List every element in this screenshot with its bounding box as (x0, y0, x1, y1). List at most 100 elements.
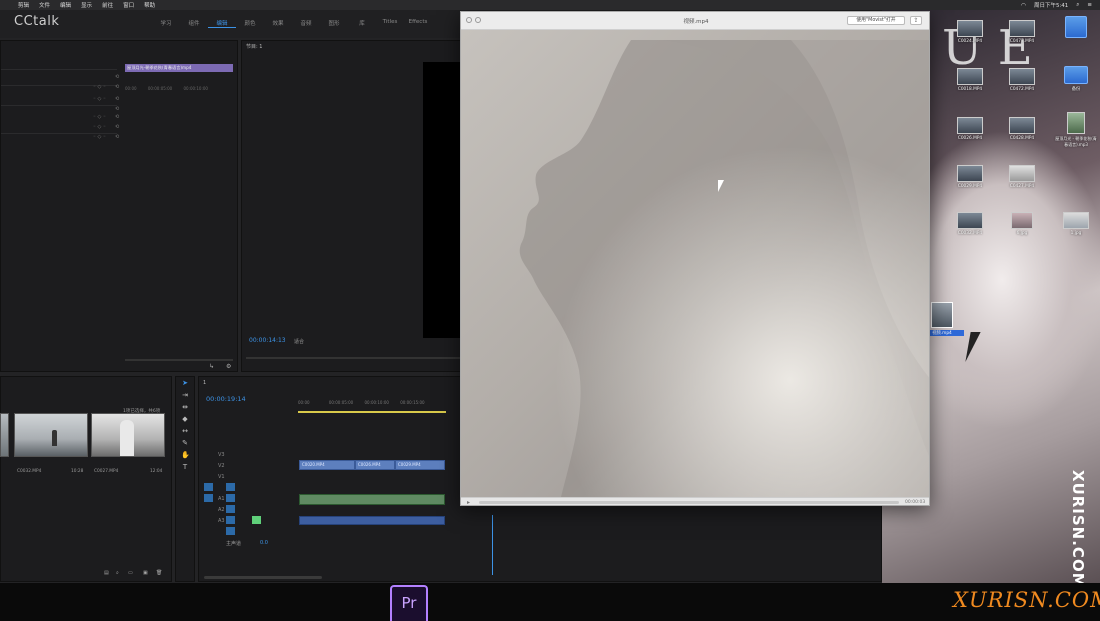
tab-effects-en[interactable]: Effects (404, 19, 432, 28)
menu-item[interactable]: 前往 (102, 1, 113, 9)
desktop-file-icon[interactable]: C0428.MP4 (1000, 117, 1044, 141)
menu-list-icon[interactable]: ≡ (1087, 2, 1092, 8)
trash-icon[interactable]: 🗑 (156, 570, 162, 576)
pen-tool-icon[interactable]: ✎ (181, 439, 189, 447)
desktop-file-icon[interactable]: C0029.MP4 (948, 165, 992, 189)
desktop-file-icon[interactable]: C0032.MP4 (948, 212, 992, 236)
timeline-audio-clip[interactable] (299, 494, 445, 505)
slip-tool-icon[interactable]: ↔ (181, 427, 189, 435)
hand-tool-icon[interactable]: ✋ (181, 451, 190, 459)
clock-label[interactable]: 周日下午5:41 (1034, 1, 1068, 9)
program-timecode[interactable]: 00:00:14:13 (249, 337, 286, 344)
timeline-playhead[interactable] (492, 515, 493, 575)
track-target-toggle[interactable] (204, 494, 213, 502)
keyframe-reset-icon[interactable]: ⟲ (115, 134, 119, 140)
share-icon[interactable]: ⇪ (910, 16, 922, 25)
tab-graphics[interactable]: 图形 (320, 19, 348, 28)
track-target-toggle[interactable] (226, 516, 235, 524)
effect-clip-bar[interactable]: 屋顶月光-朝季花秋(青春语言)mp4 (125, 64, 233, 72)
keyframe-toggle-icon[interactable]: ◦ ◇ ◦ (93, 96, 106, 102)
timeline-video-clip[interactable]: C0020.MP4 (299, 460, 355, 470)
list-view-icon[interactable]: ▤ (104, 570, 109, 576)
desktop-file-icon[interactable]: 备份 (1054, 66, 1098, 92)
keyframe-reset-icon[interactable]: ⟲ (115, 96, 119, 102)
desktop-file-icon[interactable]: C0026.MP4 (948, 117, 992, 141)
tab-effects[interactable]: 效果 (264, 19, 292, 28)
effect-scrollbar[interactable] (125, 359, 233, 361)
program-tab[interactable]: 节目: 1 (246, 43, 262, 50)
quicklook-titlebar[interactable]: 视频.mp4 使用"Movist"打开 ⇪ (461, 12, 929, 30)
menu-item[interactable]: 剪辑 (18, 1, 29, 9)
tab-titles[interactable]: Titles (376, 19, 404, 28)
timeline-audio-clip[interactable] (299, 516, 445, 525)
track-select-tool-icon[interactable]: ⇥ (181, 391, 189, 399)
tab-editing[interactable]: 编辑 (208, 19, 236, 28)
clip-thumbnail[interactable] (0, 413, 9, 457)
zoom-fit-select[interactable]: 适合 (294, 338, 304, 345)
wifi-icon[interactable]: ◠ (1021, 2, 1026, 9)
desktop-file-icon[interactable]: C0024.MP4 (948, 20, 992, 44)
timeline-video-clip[interactable]: C0029.MP4 (395, 460, 445, 470)
quicklook-video[interactable] (461, 30, 929, 497)
keyframe-reset-icon[interactable]: ⟲ (115, 124, 119, 130)
premiere-app-icon[interactable]: Pr (390, 585, 428, 621)
solo-track-button[interactable] (252, 516, 261, 524)
keyframe-toggle-icon[interactable]: ◦ ◇ ◦ (93, 114, 106, 120)
track-target-toggle[interactable] (226, 483, 235, 491)
menu-item[interactable]: 显示 (81, 1, 92, 9)
clip-thumbnail[interactable] (91, 413, 165, 457)
clip-thumbnail[interactable] (14, 413, 88, 457)
track-target-toggle[interactable] (226, 505, 235, 513)
tab-color[interactable]: 颜色 (236, 19, 264, 28)
track-target-toggle[interactable] (226, 494, 235, 502)
quicklook-window[interactable]: 视频.mp4 使用"Movist"打开 ⇪ ▸ 00:00:03 (460, 11, 930, 506)
export-frame-icon[interactable]: ↳ (209, 363, 214, 370)
settings-icon[interactable]: ⚙ (226, 363, 231, 370)
keyframe-toggle-icon[interactable]: ◦ ◇ ◦ (93, 124, 106, 130)
tab-audio[interactable]: 音频 (292, 19, 320, 28)
image-file-icon (1063, 212, 1089, 229)
keyframe-reset-icon[interactable]: ⟲ (115, 106, 119, 112)
keyframe-reset-icon[interactable]: ⟲ (115, 84, 119, 90)
desktop-file-icon[interactable]: C0427.MP4 (1000, 165, 1044, 189)
desktop-file-icon[interactable]: 1.jpg (1054, 212, 1098, 236)
menu-item[interactable]: 窗口 (123, 1, 134, 9)
track-target-toggle[interactable] (226, 527, 235, 535)
search-icon[interactable]: ⌕ (1076, 2, 1079, 9)
play-icon[interactable]: ▸ (467, 499, 470, 505)
desktop-file-icon[interactable]: C0472.MP4 (1000, 68, 1044, 92)
open-with-button[interactable]: 使用"Movist"打开 (847, 16, 905, 25)
desktop-file-icon[interactable]: 屋顶月光 - 朝季花秋(青春语言).mp3 (1054, 112, 1098, 148)
ripple-edit-tool-icon[interactable]: ⇹ (181, 403, 189, 411)
timeline-timecode[interactable]: 00:00:19:14 (206, 395, 246, 403)
menu-item[interactable]: 帮助 (144, 1, 155, 9)
playback-progress-bar[interactable] (479, 501, 899, 504)
timeline-scrollbar[interactable] (204, 576, 322, 579)
type-tool-icon[interactable]: T (181, 463, 189, 471)
new-item-icon[interactable]: ▣ (143, 570, 148, 576)
menu-item[interactable]: 编辑 (60, 1, 71, 9)
work-area-bar[interactable] (298, 411, 446, 413)
keyframe-reset-icon[interactable]: ⟲ (115, 114, 119, 120)
search-icon[interactable]: ⌕ (116, 570, 119, 576)
track-target-toggle[interactable] (204, 483, 213, 491)
keyframe-reset-icon[interactable]: ⟲ (115, 74, 119, 80)
timeline-video-clip[interactable]: C0026.MP4 (355, 460, 395, 470)
desktop-file-icon[interactable] (1054, 16, 1098, 38)
file-label: C0032.MP4 (957, 231, 983, 236)
timeline-tab[interactable]: 1 (203, 380, 206, 386)
program-scrub-bar[interactable] (246, 357, 462, 359)
selection-tool-icon[interactable]: ➤ (181, 379, 189, 387)
keyframe-toggle-icon[interactable]: ◦ ◇ ◦ (93, 84, 106, 90)
tab-assembly[interactable]: 组件 (180, 19, 208, 28)
master-volume[interactable]: 0.0 (260, 540, 268, 546)
desktop-file-icon[interactable]: 6.jpg (1000, 212, 1044, 236)
menu-item[interactable]: 文件 (39, 1, 50, 9)
razor-tool-icon[interactable]: ◆ (181, 415, 189, 423)
desktop-file-icon[interactable]: C0477.MP4 (1000, 20, 1044, 44)
tab-libraries[interactable]: 库 (348, 19, 376, 28)
new-folder-icon[interactable]: ▭ (128, 570, 133, 576)
desktop-file-icon[interactable]: C0018.MP4 (948, 68, 992, 92)
tab-learn[interactable]: 学习 (152, 19, 180, 28)
keyframe-toggle-icon[interactable]: ◦ ◇ ◦ (93, 134, 106, 140)
